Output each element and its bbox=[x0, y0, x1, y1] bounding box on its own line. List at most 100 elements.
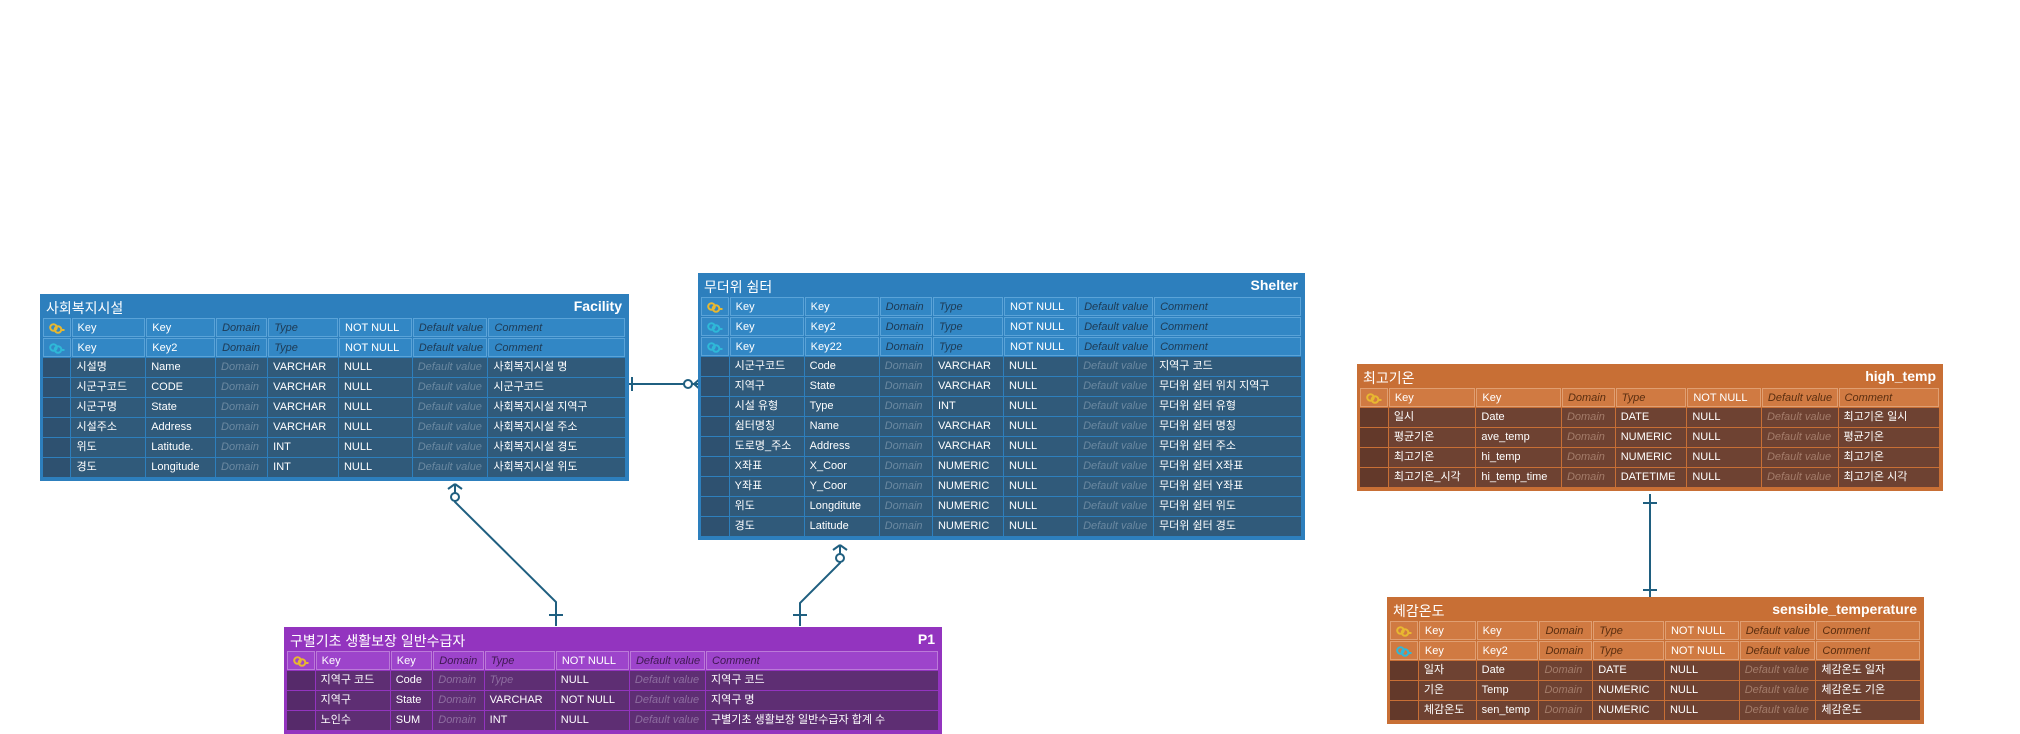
entity-code: Facility bbox=[573, 298, 622, 314]
logical-name-cell: Key bbox=[71, 338, 146, 357]
physical-name-cell: X_Coor bbox=[804, 457, 879, 476]
entity-p1[interactable]: 구별기초 생활보장 일반수급자 P1 Key Key Domain Type NOT NUL… bbox=[284, 627, 942, 734]
key-row[interactable]: Key Key Domain Type NOT NULL Default value Com… bbox=[701, 297, 1302, 317]
nullable-cell: NULL bbox=[1004, 457, 1078, 476]
physical-name-cell: hi_temp bbox=[1476, 448, 1561, 467]
key-row[interactable]: Key Key Domain Type NOT NULL Default value Com… bbox=[1390, 621, 1921, 641]
attribute-row[interactable]: 시설주소 Address Domain VARCHAR NULL Default valu… bbox=[43, 418, 626, 438]
entity-title: 무더위 쉼터 bbox=[704, 279, 773, 295]
domain-cell: Domain bbox=[879, 457, 932, 476]
logical-name-cell: 위도 bbox=[729, 497, 804, 516]
key-marker bbox=[701, 457, 729, 476]
domain-cell: Domain bbox=[216, 318, 268, 337]
attribute-row[interactable]: 지역구 State Domain VARCHAR NULL Default value 무더… bbox=[701, 377, 1302, 397]
key-marker bbox=[287, 671, 315, 690]
default-value-cell: Default value bbox=[1078, 437, 1154, 456]
entity-header[interactable]: 무더위 쉼터 Shelter bbox=[701, 276, 1302, 297]
attribute-row[interactable]: 위도 Longditute Domain NUMERIC NULL Default val… bbox=[701, 497, 1302, 517]
entity-high-temp[interactable]: 최고기온 high_temp Key Key Domain Type NOT NULL Def… bbox=[1357, 364, 1943, 491]
type-cell: VARCHAR bbox=[932, 377, 1004, 396]
key-marker bbox=[701, 417, 729, 436]
attribute-row[interactable]: 지역구 State Domain VARCHAR NOT NULL Default val… bbox=[287, 691, 939, 711]
key-row[interactable]: Key Key22 Domain Type NOT NULL Default value C… bbox=[701, 337, 1302, 357]
key-marker bbox=[1390, 701, 1418, 720]
attribute-row[interactable]: 최고기온_시각 hi_temp_time Domain DATETIME NULL Def… bbox=[1360, 468, 1940, 488]
type-cell: Type bbox=[1593, 641, 1664, 660]
key-marker bbox=[701, 397, 729, 416]
entity-header[interactable]: 사회복지시설 Facility bbox=[43, 297, 626, 318]
key-marker bbox=[287, 691, 315, 710]
entity-facility[interactable]: 사회복지시설 Facility Key Key Domain Type NOT NULL De… bbox=[40, 294, 629, 481]
entity-header[interactable]: 체감온도 sensible_temperature bbox=[1390, 600, 1921, 621]
attribute-row[interactable]: 최고기온 hi_temp Domain NUMERIC NULL Default valu… bbox=[1360, 448, 1940, 468]
entity-title: 체감온도 bbox=[1393, 603, 1445, 619]
key-marker bbox=[43, 458, 71, 477]
attribute-row[interactable]: 일시 Date Domain DATE NULL Default value 최고기온 일시 bbox=[1360, 408, 1940, 428]
domain-cell: Domain bbox=[879, 397, 932, 416]
key-marker bbox=[43, 378, 71, 397]
entity-shelter[interactable]: 무더위 쉼터 Shelter Key Key Domain Type NOT NULL Def… bbox=[698, 273, 1305, 540]
attribute-row[interactable]: Y좌표 Y_Coor Domain NUMERIC NULL Default value 무… bbox=[701, 477, 1302, 497]
nullable-cell: NULL bbox=[1664, 661, 1739, 680]
logical-name-cell: 최고기온_시각 bbox=[1388, 468, 1476, 487]
attribute-row[interactable]: 지역구 코드 Code Domain Type NULL Default value 지역구… bbox=[287, 671, 939, 691]
default-value-cell: Default value bbox=[1078, 477, 1154, 496]
key-row[interactable]: Key Key2 Domain Type NOT NULL Default value Co… bbox=[701, 317, 1302, 337]
type-cell: Type bbox=[1615, 388, 1687, 407]
nullable-cell: NULL bbox=[338, 378, 412, 397]
attribute-row[interactable]: 시군구명 State Domain VARCHAR NULL Default value 사… bbox=[43, 398, 626, 418]
entity-header[interactable]: 구별기초 생활보장 일반수급자 P1 bbox=[287, 630, 939, 651]
comment-cell: 사회복지시설 지역구 bbox=[488, 398, 625, 417]
type-cell: Type bbox=[484, 651, 555, 670]
logical-name-cell: 최고기온 bbox=[1388, 448, 1476, 467]
domain-cell: Domain bbox=[1539, 681, 1593, 700]
domain-cell: Domain bbox=[216, 398, 268, 417]
attribute-row[interactable]: 기온 Temp Domain NUMERIC NULL Default value 체감온도… bbox=[1390, 681, 1921, 701]
attribute-row[interactable]: 시군구코드 CODE Domain VARCHAR NULL Default value 시… bbox=[43, 378, 626, 398]
type-cell: NUMERIC bbox=[932, 457, 1004, 476]
attribute-row[interactable]: 경도 Latitude Domain NUMERIC NULL Default value… bbox=[701, 517, 1302, 537]
domain-cell: Domain bbox=[433, 691, 484, 710]
nullable-cell: NOT NULL bbox=[555, 651, 629, 670]
key-row[interactable]: Key Key2 Domain Type NOT NULL Default value Co… bbox=[1390, 641, 1921, 661]
nullable-cell: NULL bbox=[338, 418, 412, 437]
key-row[interactable]: Key Key Domain Type NOT NULL Default value Com… bbox=[287, 651, 939, 671]
nullable-cell: NOT NULL bbox=[339, 318, 412, 337]
attribute-row[interactable]: 경도 Longitude Domain INT NULL Default value 사회복… bbox=[43, 458, 626, 478]
attribute-row[interactable]: 도로명_주소 Address Domain VARCHAR NULL Default va… bbox=[701, 437, 1302, 457]
attribute-row[interactable]: 일자 Date Domain DATE NULL Default value 체감온도 일자 bbox=[1390, 661, 1921, 681]
key-marker bbox=[43, 358, 71, 377]
physical-name-cell: Key2 bbox=[804, 317, 879, 336]
entity-code: Shelter bbox=[1250, 277, 1298, 293]
nullable-cell: NOT NULL bbox=[1004, 297, 1078, 316]
default-value-cell: Default value bbox=[1761, 428, 1838, 447]
comment-cell: Comment bbox=[488, 338, 625, 357]
attribute-row[interactable]: 시군구코드 Code Domain VARCHAR NULL Default value 지… bbox=[701, 357, 1302, 377]
key-row[interactable]: Key Key2 Domain Type NOT NULL Default value Co… bbox=[43, 338, 626, 358]
physical-name-cell: Code bbox=[804, 357, 879, 376]
entity-header[interactable]: 최고기온 high_temp bbox=[1360, 367, 1940, 388]
attribute-row[interactable]: 쉼터명칭 Name Domain VARCHAR NULL Default value 무더… bbox=[701, 417, 1302, 437]
entity-sensible-temperature[interactable]: 체감온도 sensible_temperature Key Key Domain Type… bbox=[1387, 597, 1924, 724]
attribute-row[interactable]: 위도 Latitude. Domain INT NULL Default value 사회복… bbox=[43, 438, 626, 458]
attribute-row[interactable]: 시설명 Name Domain VARCHAR NULL Default value 사회복… bbox=[43, 358, 626, 378]
nullable-cell: NOT NULL bbox=[1664, 641, 1739, 660]
key-marker bbox=[701, 517, 729, 536]
domain-cell: Domain bbox=[879, 317, 932, 336]
domain-cell: Domain bbox=[1561, 428, 1615, 447]
comment-cell: 지역구 코드 bbox=[1154, 357, 1302, 376]
comment-cell: Comment bbox=[1838, 388, 1939, 407]
logical-name-cell: Key bbox=[315, 651, 390, 670]
attribute-row[interactable]: X좌표 X_Coor Domain NUMERIC NULL Default value 무… bbox=[701, 457, 1302, 477]
key-row[interactable]: Key Key Domain Type NOT NULL Default value Com… bbox=[1360, 388, 1940, 408]
key-row[interactable]: Key Key Domain Type NOT NULL Default value Com… bbox=[43, 318, 626, 338]
attribute-row[interactable]: 체감온도 sen_temp Domain NUMERIC NULL Default val… bbox=[1390, 701, 1921, 721]
attribute-row[interactable]: 시설 유형 Type Domain INT NULL Default value 무더위 쉼… bbox=[701, 397, 1302, 417]
type-cell: NUMERIC bbox=[1593, 701, 1664, 720]
attribute-row[interactable]: 평균기온 ave_temp Domain NUMERIC NULL Default val… bbox=[1360, 428, 1940, 448]
default-value-cell: Default value bbox=[1761, 468, 1838, 487]
type-cell: NUMERIC bbox=[932, 517, 1004, 536]
logical-name-cell: 쉼터명칭 bbox=[729, 417, 804, 436]
attribute-row[interactable]: 노인수 SUM Domain INT NULL Default value 구별기초 생활보… bbox=[287, 711, 939, 731]
default-value-cell: Default value bbox=[1739, 621, 1816, 640]
